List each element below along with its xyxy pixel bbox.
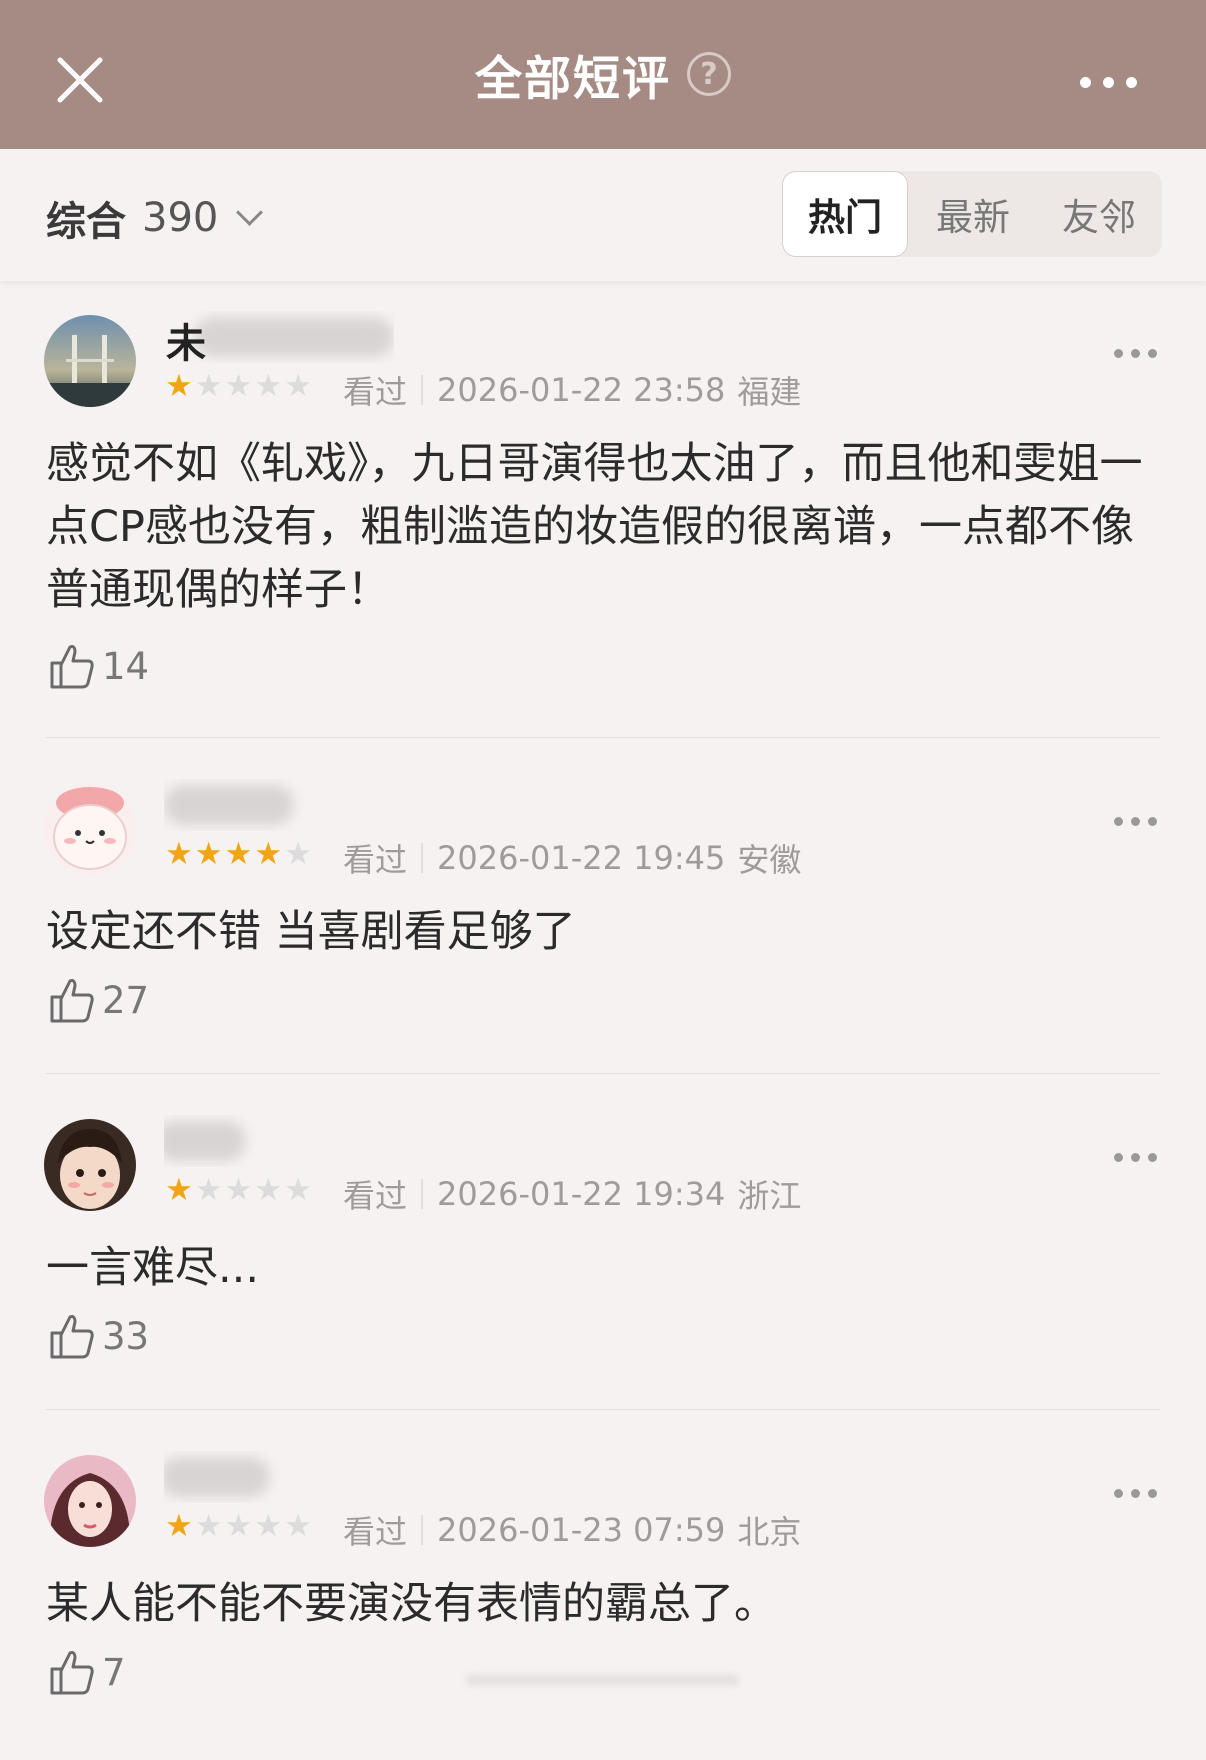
review-content: 感觉不如《轧戏》，九日哥演得也太油了，而且他和雯姐一点CP感也没有，粗制滥造的妆… xyxy=(46,439,1143,615)
thumbs-up-icon xyxy=(50,1315,94,1359)
review-content: 一言难尽... xyxy=(46,1243,260,1293)
top-bar: 全部短评 ? xyxy=(0,0,1206,149)
sort-dropdown[interactable]: 综合 390 xyxy=(46,189,264,247)
review-location: 浙江 xyxy=(737,1177,802,1215)
username[interactable]: 未 xyxy=(164,311,394,363)
star-rating: ★ ★ ★ ★ ★ xyxy=(165,1509,312,1543)
close-icon xyxy=(57,57,103,103)
sort-label: 综合 xyxy=(46,199,126,245)
star-icon: ★ xyxy=(284,836,312,872)
star-icon: ★ xyxy=(254,1508,283,1544)
star-rating: ★ ★ ★ ★ ★ xyxy=(165,837,312,871)
review-item: 未 ★ ★ ★ ★ ★ 看过 2026-01-22 23:58 福建 感觉不如《轧戏》，… xyxy=(0,283,1206,689)
home-indicator[interactable] xyxy=(466,1674,740,1686)
thumbs-up-icon xyxy=(50,1651,94,1695)
star-icon: ★ xyxy=(284,1508,312,1544)
tab-switcher: 热门 最新 友邻 xyxy=(782,171,1162,257)
like-count: 33 xyxy=(102,1314,150,1358)
watched-status: 看过 xyxy=(343,373,408,411)
thumbs-up-icon xyxy=(50,645,94,689)
page-title: 全部短评 xyxy=(475,51,671,107)
star-icon: ★ xyxy=(165,368,193,404)
review-meta: 看过 2026-01-22 19:45 安徽 xyxy=(343,835,801,881)
filter-bar: 综合 390 热门 最新 友邻 xyxy=(0,149,1206,281)
star-rating: ★ ★ ★ ★ ★ xyxy=(165,369,312,403)
more-icon[interactable] xyxy=(1114,1489,1157,1498)
review-meta: 看过 2026-01-22 23:58 福建 xyxy=(343,367,801,413)
username[interactable] xyxy=(164,779,394,831)
review-item: ★ ★ ★ ★ ★ 看过 2026-01-23 07:59 北京 某人能不能不要演没有表… xyxy=(0,1423,1206,1760)
review-meta: 看过 2026-01-23 07:59 北京 xyxy=(343,1507,801,1553)
more-icon[interactable] xyxy=(1080,62,1160,102)
review-date: 2026-01-22 19:45 xyxy=(437,839,726,877)
username[interactable] xyxy=(164,1451,394,1503)
avatar[interactable] xyxy=(44,1455,136,1547)
close-button[interactable] xyxy=(50,50,110,110)
divider xyxy=(46,737,1160,738)
tab-hot[interactable]: 热门 xyxy=(782,171,908,257)
review-item: ★ ★ ★ ★ ★ 看过 2026-01-22 19:45 安徽 设定还不错 当喜剧看足… xyxy=(0,751,1206,1088)
watched-status: 看过 xyxy=(343,1513,408,1551)
divider xyxy=(46,1409,1160,1410)
star-icon: ★ xyxy=(224,368,253,404)
review-date: 2026-01-23 07:59 xyxy=(437,1511,726,1549)
star-icon: ★ xyxy=(194,368,223,404)
tab-friends[interactable]: 友邻 xyxy=(1036,171,1162,257)
review-content: 设定还不错 当喜剧看足够了 xyxy=(46,907,576,957)
watched-status: 看过 xyxy=(343,1177,408,1215)
review-count: 390 xyxy=(142,195,219,241)
review-date: 2026-01-22 23:58 xyxy=(437,371,726,409)
star-icon: ★ xyxy=(165,1508,193,1544)
review-location: 安徽 xyxy=(737,841,802,879)
star-icon: ★ xyxy=(254,1172,283,1208)
help-icon[interactable]: ? xyxy=(687,52,731,96)
like-button[interactable]: 27 xyxy=(48,975,149,1025)
review-date: 2026-01-22 19:34 xyxy=(437,1175,726,1213)
username[interactable] xyxy=(164,1115,394,1167)
review-location: 福建 xyxy=(737,373,802,411)
like-button[interactable]: 7 xyxy=(48,1647,126,1697)
avatar[interactable] xyxy=(44,315,136,407)
more-icon[interactable] xyxy=(1114,349,1157,358)
star-icon: ★ xyxy=(194,1508,223,1544)
like-count: 7 xyxy=(102,1650,126,1694)
star-icon: ★ xyxy=(284,368,312,404)
like-count: 27 xyxy=(102,978,150,1022)
star-rating: ★ ★ ★ ★ ★ xyxy=(165,1173,312,1207)
star-icon: ★ xyxy=(194,836,223,872)
star-icon: ★ xyxy=(254,368,283,404)
page-title-wrap: 全部短评 ? xyxy=(0,0,1206,166)
divider xyxy=(46,1073,1160,1074)
star-icon: ★ xyxy=(165,836,193,872)
review-content: 某人能不能不要演没有表情的霸总了。 xyxy=(46,1579,777,1629)
star-icon: ★ xyxy=(254,836,283,872)
star-icon: ★ xyxy=(194,1172,223,1208)
star-icon: ★ xyxy=(284,1172,312,1208)
star-icon: ★ xyxy=(224,836,253,872)
watched-status: 看过 xyxy=(343,841,408,879)
star-icon: ★ xyxy=(165,1172,193,1208)
thumbs-up-icon xyxy=(50,979,94,1023)
more-icon[interactable] xyxy=(1114,817,1157,826)
like-button[interactable]: 33 xyxy=(48,1311,149,1361)
like-count: 14 xyxy=(102,644,150,688)
more-icon[interactable] xyxy=(1114,1153,1157,1162)
like-button[interactable]: 14 xyxy=(48,641,149,691)
avatar[interactable] xyxy=(44,783,136,875)
star-icon: ★ xyxy=(224,1172,253,1208)
review-item: ★ ★ ★ ★ ★ 看过 2026-01-22 19:34 浙江 一言难尽... 33 xyxy=(0,1087,1206,1424)
chevron-down-icon xyxy=(236,198,264,226)
review-meta: 看过 2026-01-22 19:34 浙江 xyxy=(343,1171,801,1217)
review-location: 北京 xyxy=(737,1513,802,1551)
star-icon: ★ xyxy=(224,1508,253,1544)
avatar[interactable] xyxy=(44,1119,136,1211)
tab-latest[interactable]: 最新 xyxy=(910,171,1036,257)
